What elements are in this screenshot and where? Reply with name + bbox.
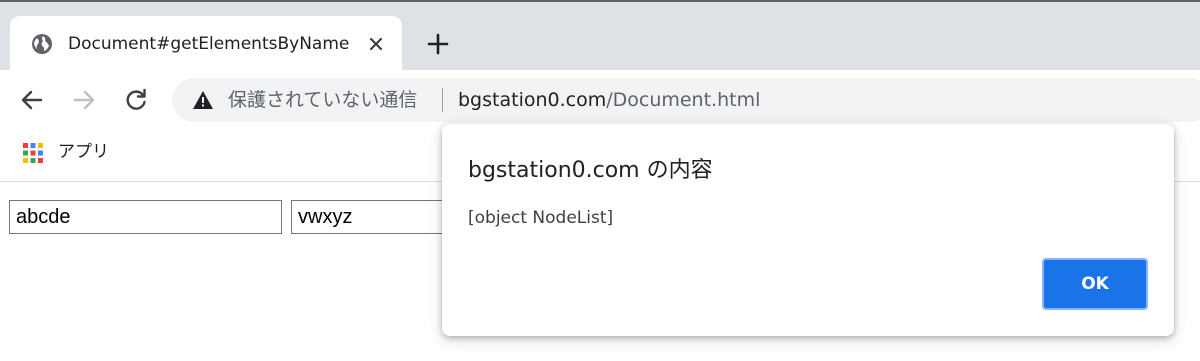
text-input-1[interactable] bbox=[9, 200, 282, 234]
apps-bookmark-label[interactable]: アプリ bbox=[58, 141, 109, 163]
address-bar[interactable]: 保護されていない通信 bgstation0.com/Document.html bbox=[172, 78, 1200, 122]
close-icon[interactable] bbox=[364, 32, 388, 56]
security-status-text[interactable]: 保護されていない通信 bbox=[228, 87, 417, 113]
dialog-message: [object NodeList] bbox=[468, 208, 614, 228]
omnibox-divider bbox=[442, 88, 443, 112]
tab-title: Document#getElementsByName bbox=[68, 34, 350, 54]
plus-icon bbox=[427, 33, 449, 55]
new-tab-button[interactable] bbox=[424, 30, 452, 58]
back-button[interactable] bbox=[18, 86, 46, 114]
reload-button[interactable] bbox=[122, 86, 150, 114]
dialog-title: bgstation0.com の内容 bbox=[468, 158, 713, 183]
url-path: /Document.html bbox=[606, 89, 761, 111]
back-arrow-icon bbox=[21, 90, 43, 110]
ok-button[interactable]: OK bbox=[1042, 258, 1148, 310]
globe-icon bbox=[30, 32, 54, 56]
apps-grid-icon[interactable] bbox=[22, 142, 44, 164]
tab-strip: Document#getElementsByName bbox=[0, 0, 1200, 72]
warning-triangle-icon[interactable] bbox=[192, 89, 214, 111]
forward-button[interactable] bbox=[70, 86, 98, 114]
active-tab[interactable]: Document#getElementsByName bbox=[10, 16, 402, 72]
reload-icon bbox=[126, 88, 146, 110]
alert-dialog: bgstation0.com の内容 [object NodeList] OK bbox=[442, 124, 1174, 336]
toolbar: 保護されていない通信 bgstation0.com/Document.html bbox=[0, 70, 1200, 130]
url-host: bgstation0.com bbox=[458, 89, 607, 111]
forward-arrow-icon bbox=[73, 90, 95, 110]
url-text[interactable]: bgstation0.com/Document.html bbox=[458, 87, 760, 113]
